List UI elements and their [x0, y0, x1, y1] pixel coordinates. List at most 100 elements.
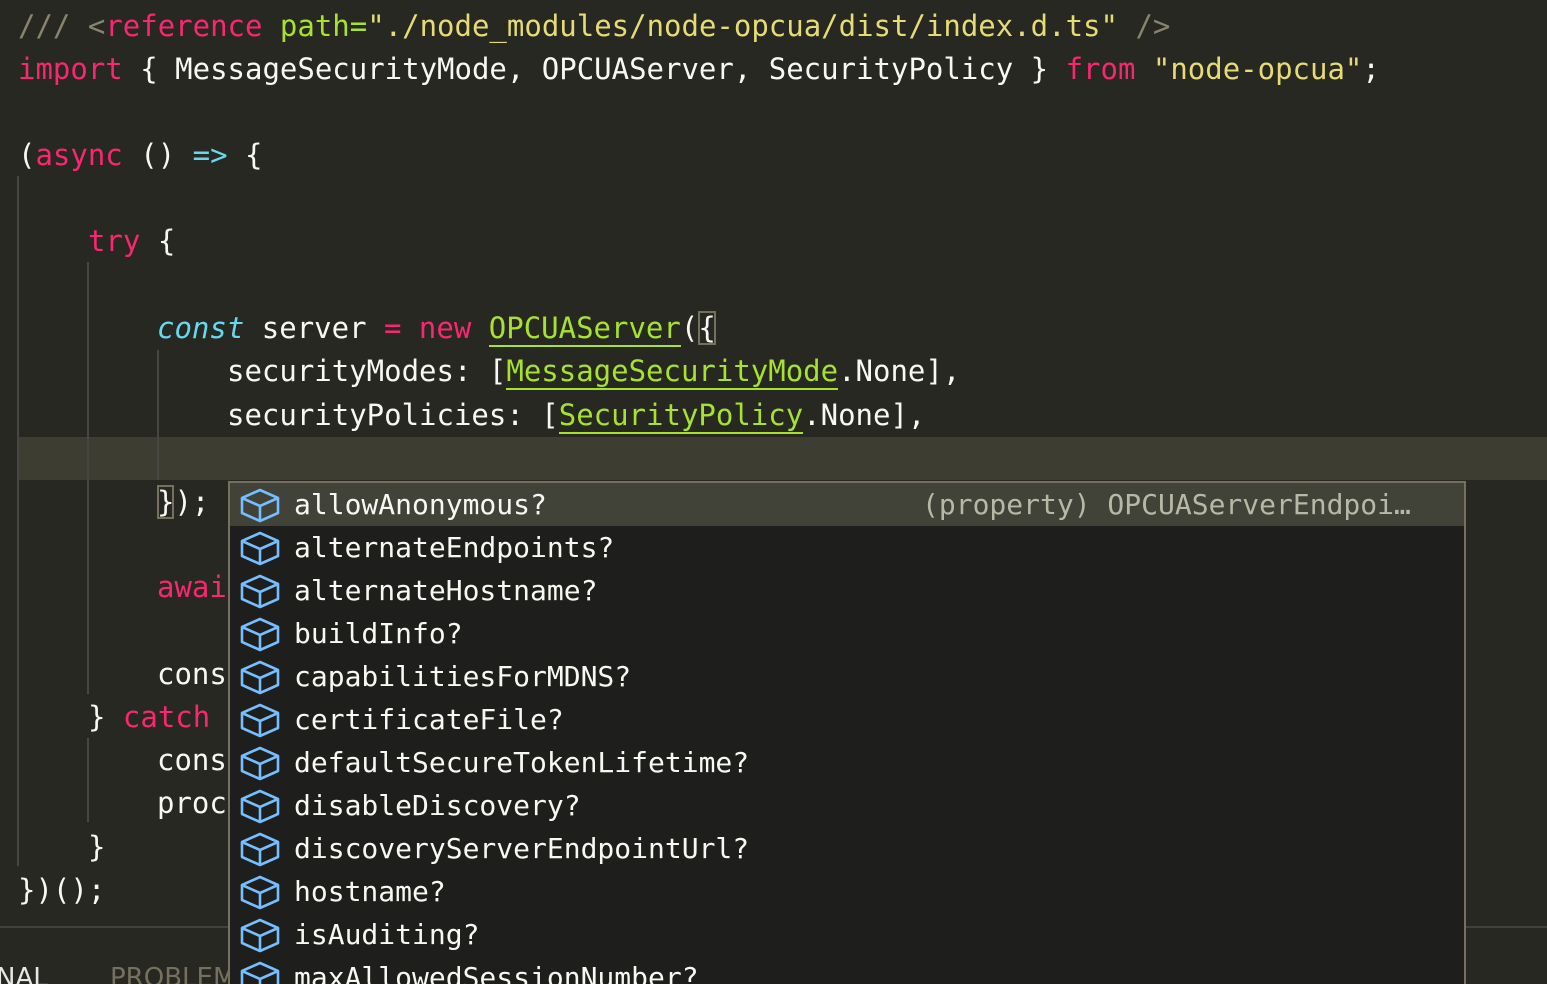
suggestion-label: alternateEndpoints?	[294, 531, 615, 564]
current-line-highlight	[18, 437, 1547, 480]
class-opcuaserver: OPCUAServer	[488, 311, 681, 347]
assign-operator: =	[384, 311, 402, 345]
property-cube-icon	[238, 788, 282, 824]
variable-server: server	[244, 311, 384, 345]
code-line: securityPolicies: [SecurityPolicy.None],	[227, 394, 925, 437]
code-line: securityModes: [MessageSecurityMode.None…	[227, 350, 960, 393]
arrow-operator: =>	[192, 138, 228, 172]
attribute-name: path=	[262, 9, 368, 43]
property-cube-icon	[238, 960, 282, 984]
suggestion-item[interactable]: capabilitiesForMDNS?	[230, 655, 1464, 698]
property-cube-icon	[238, 573, 282, 609]
matched-bracket-close: }	[157, 485, 175, 519]
code-line: try {	[88, 220, 175, 263]
suggestion-label: maxAllowedSessionNumber?	[294, 961, 699, 984]
suggestion-label: buildInfo?	[294, 617, 463, 650]
suggestion-item[interactable]: isAuditing?	[230, 913, 1464, 956]
property-cube-icon	[238, 702, 282, 738]
partial-text: cons	[157, 657, 227, 691]
code-line: proc	[157, 782, 227, 825]
enum-security-policy: SecurityPolicy	[558, 398, 804, 434]
iife-end: })();	[18, 873, 106, 907]
suggestion-label: defaultSecureTokenLifetime?	[294, 746, 750, 779]
keyword-async: async	[35, 138, 123, 172]
code-editor[interactable]: /// <reference path="./node_modules/node…	[0, 0, 1547, 984]
suggestion-label: certificateFile?	[294, 703, 564, 736]
code-line: } catch	[88, 696, 210, 739]
suggestion-detail: (property) OPCUAServerEndpoi…	[922, 488, 1411, 521]
open-paren: (	[680, 311, 699, 345]
close-brace: }	[88, 830, 106, 864]
keyword-const: const	[157, 311, 245, 345]
tab-terminal[interactable]: NAL	[0, 958, 48, 984]
code-line: const server = new OPCUAServer({	[157, 307, 716, 350]
attribute-value: "./node_modules/node-opcua/dist/index.d.…	[367, 9, 1118, 43]
indent-guide	[17, 176, 19, 866]
property-cube-icon	[238, 530, 282, 566]
tag-name: reference	[105, 9, 263, 43]
suggestion-item[interactable]: hostname?	[230, 870, 1464, 913]
enum-member: .None],	[803, 398, 926, 432]
property-cube-icon	[238, 745, 282, 781]
suggestion-label: discoveryServerEndpointUrl?	[294, 832, 750, 865]
semicolon: ;	[1362, 52, 1380, 86]
code-line: /// <reference path="./node_modules/node…	[18, 5, 1170, 48]
suggestion-item[interactable]: allowAnonymous? (property) OPCUAServerEnd…	[230, 483, 1464, 526]
keyword-await: awai	[157, 570, 227, 604]
property-security-modes: securityModes: [	[227, 354, 507, 388]
property-cube-icon	[238, 659, 282, 695]
keyword-catch: catch	[122, 700, 211, 734]
open-paren: (	[18, 138, 36, 172]
suggestion-label: alternateHostname?	[294, 574, 598, 607]
autocomplete-suggestions[interactable]: allowAnonymous? (property) OPCUAServerEnd…	[228, 481, 1466, 984]
keyword-import: import	[18, 52, 123, 86]
comment-slashes: ///	[18, 9, 88, 43]
suggestion-item[interactable]: certificateFile?	[230, 698, 1464, 741]
indent-guide	[87, 738, 89, 822]
indent-guide	[157, 350, 159, 480]
suggestion-item[interactable]: alternateEndpoints?	[230, 526, 1464, 569]
indent-guide	[87, 262, 89, 694]
suggestion-item[interactable]: disableDiscovery?	[230, 784, 1464, 827]
tab-problems[interactable]: PROBLEM	[110, 958, 235, 984]
suggestion-item[interactable]: alternateHostname?	[230, 569, 1464, 612]
close-brace: }	[88, 700, 123, 734]
code-line: import { MessageSecurityMode, OPCUAServe…	[18, 48, 1380, 91]
import-names: { MessageSecurityMode, OPCUAServer, Secu…	[122, 52, 1066, 86]
code-line: });	[157, 481, 209, 524]
tag-open: <	[87, 9, 106, 43]
property-cube-icon	[238, 487, 282, 523]
suggestion-label: hostname?	[294, 875, 446, 908]
close-paren-semicolon: );	[174, 485, 210, 519]
property-cube-icon	[238, 917, 282, 953]
keyword-try: try	[88, 224, 141, 258]
suggestion-item[interactable]: discoveryServerEndpointUrl?	[230, 827, 1464, 870]
matched-bracket-open: {	[698, 311, 716, 345]
property-cube-icon	[238, 616, 282, 652]
tag-close: />	[1117, 9, 1171, 43]
code-line: cons	[157, 739, 227, 782]
property-security-policies: securityPolicies: [	[227, 398, 559, 432]
property-cube-icon	[238, 874, 282, 910]
code-line: cons	[157, 653, 227, 696]
suggestion-label: capabilitiesForMDNS?	[294, 660, 632, 693]
code-line: (async () => {	[18, 134, 262, 177]
suggestion-item[interactable]: buildInfo?	[230, 612, 1464, 655]
enum-member: .None],	[838, 354, 961, 388]
suggestion-label: isAuditing?	[294, 918, 480, 951]
module-string: "node-opcua"	[1135, 52, 1363, 86]
code-line: awai	[157, 566, 227, 609]
property-cube-icon	[238, 831, 282, 867]
keyword-new: new	[401, 311, 472, 345]
enum-message-security-mode: MessageSecurityMode	[506, 354, 839, 390]
open-brace: {	[140, 224, 176, 258]
suggestion-item[interactable]: maxAllowedSessionNumber?	[230, 956, 1464, 984]
keyword-from: from	[1065, 52, 1136, 86]
open-brace: {	[227, 138, 263, 172]
suggestion-label: disableDiscovery?	[294, 789, 581, 822]
code-line: }	[88, 826, 105, 869]
suggestion-item[interactable]: defaultSecureTokenLifetime?	[230, 741, 1464, 784]
suggestion-label: allowAnonymous?	[294, 488, 547, 521]
arrow-args: ()	[122, 138, 193, 172]
